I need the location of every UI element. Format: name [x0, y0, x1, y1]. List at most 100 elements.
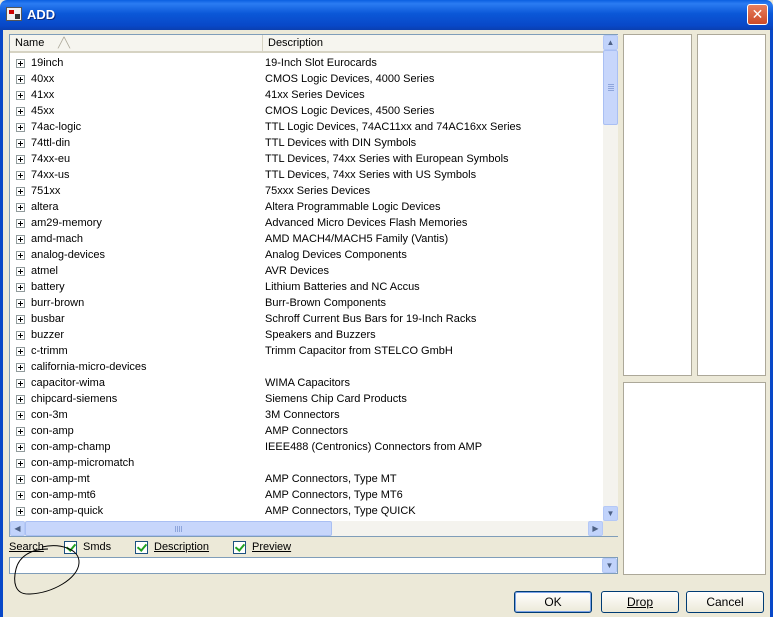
description-checkbox-label[interactable]: Description — [154, 541, 209, 553]
search-dropdown-button[interactable]: ▼ — [602, 558, 617, 573]
expand-plus-icon[interactable] — [16, 459, 25, 468]
expand-plus-icon[interactable] — [16, 187, 25, 196]
expand-plus-icon[interactable] — [16, 123, 25, 132]
list-item[interactable]: con-3m 3M Connectors — [10, 407, 603, 423]
window-frame-left — [0, 30, 3, 617]
list-item[interactable]: con-amp-mt AMP Connectors, Type MT — [10, 471, 603, 487]
scroll-down-button[interactable]: ▼ — [603, 506, 618, 521]
drop-button[interactable]: Drop — [601, 591, 679, 613]
horizontal-scroll-thumb[interactable] — [25, 521, 332, 536]
expand-plus-icon[interactable] — [16, 427, 25, 436]
list-item[interactable]: atmel AVR Devices — [10, 263, 603, 279]
list-item[interactable]: c-trimm Trimm Capacitor from STELCO GmbH — [10, 343, 603, 359]
list-item[interactable]: 74xx-us TTL Devices, 74xx Series with US … — [10, 167, 603, 183]
expand-plus-icon[interactable] — [16, 155, 25, 164]
list-item-name: capacitor-wima — [31, 377, 105, 389]
vertical-scrollbar[interactable]: ▲ ▼ — [603, 35, 618, 521]
expand-plus-icon[interactable] — [16, 491, 25, 500]
expand-plus-icon[interactable] — [16, 59, 25, 68]
expand-plus-icon[interactable] — [16, 347, 25, 356]
expand-plus-icon[interactable] — [16, 315, 25, 324]
close-button[interactable]: ✕ — [747, 4, 768, 25]
list-item-description: Analog Devices Components — [265, 249, 407, 261]
expand-plus-icon[interactable] — [16, 235, 25, 244]
list-item-description: AMP Connectors, Type QUICK — [265, 505, 416, 517]
list-item-name: busbar — [31, 313, 65, 325]
list-item[interactable]: con-amp-quick AMP Connectors, Type QUICK — [10, 503, 603, 519]
list-rows: 19inch 19-Inch Slot Eurocards 40xx CMOS Log… — [10, 55, 603, 521]
list-item[interactable]: con-amp-mt6 AMP Connectors, Type MT6 — [10, 487, 603, 503]
list-item[interactable]: con-amp-champ IEEE488 (Centronics) Connec… — [10, 439, 603, 455]
list-item-description: AMD MACH4/MACH5 Family (Vantis) — [265, 233, 449, 245]
list-item[interactable]: 74ac-logic TTL Logic Devices, 74AC11xx an… — [10, 119, 603, 135]
expand-plus-icon[interactable] — [16, 363, 25, 372]
search-combobox[interactable]: ▼ — [9, 557, 618, 574]
column-header-description-label: Description — [268, 37, 324, 49]
list-item-name: con-amp-champ — [31, 441, 111, 453]
list-item-description: TTL Devices with DIN Symbols — [265, 137, 417, 149]
expand-plus-icon[interactable] — [16, 171, 25, 180]
expand-plus-icon[interactable] — [16, 251, 25, 260]
expand-plus-icon[interactable] — [16, 331, 25, 340]
library-list[interactable]: Name ╱╲ Description 19inch 19-Inch Slot E… — [9, 34, 618, 537]
list-item[interactable]: chipcard-siemens Siemens Chip Card Produc… — [10, 391, 603, 407]
expand-plus-icon[interactable] — [16, 107, 25, 116]
preview-checkbox[interactable] — [233, 541, 246, 554]
vertical-scroll-thumb[interactable] — [603, 50, 618, 125]
column-header-description[interactable]: Description — [263, 35, 603, 51]
list-item[interactable]: california-micro-devices — [10, 359, 603, 375]
expand-plus-icon[interactable] — [16, 475, 25, 484]
expand-plus-icon[interactable] — [16, 411, 25, 420]
list-item[interactable]: 74ttl-din TTL Devices with DIN Symbols — [10, 135, 603, 151]
list-item[interactable]: 751xx 75xxx Series Devices — [10, 183, 603, 199]
list-item-name: con-amp-mt — [31, 473, 90, 485]
list-item[interactable]: altera Altera Programmable Logic Devices — [10, 199, 603, 215]
list-item-name: con-amp-quick — [31, 505, 104, 517]
expand-plus-icon[interactable] — [16, 139, 25, 148]
expand-plus-icon[interactable] — [16, 219, 25, 228]
list-item[interactable]: 41xx 41xx Series Devices — [10, 87, 603, 103]
expand-plus-icon[interactable] — [16, 267, 25, 276]
expand-plus-icon[interactable] — [16, 395, 25, 404]
expand-plus-icon[interactable] — [16, 91, 25, 100]
list-item[interactable]: 40xx CMOS Logic Devices, 4000 Series — [10, 71, 603, 87]
list-item[interactable]: burr-brown Burr-Brown Components — [10, 295, 603, 311]
scroll-up-button[interactable]: ▲ — [603, 35, 618, 50]
scroll-left-button[interactable]: ◀ — [10, 521, 25, 536]
horizontal-scrollbar[interactable]: ◀ ▶ — [10, 521, 603, 536]
list-item-name: 19inch — [31, 57, 64, 69]
list-item[interactable]: am29-memory Advanced Micro Devices Flash … — [10, 215, 603, 231]
list-item[interactable]: battery Lithium Batteries and NC Accus — [10, 279, 603, 295]
list-item[interactable]: con-amp AMP Connectors — [10, 423, 603, 439]
list-item-name: con-amp — [31, 425, 74, 437]
preview-checkbox-label[interactable]: Preview — [252, 541, 291, 553]
list-item[interactable]: 74xx-eu TTL Devices, 74xx Series with Eur… — [10, 151, 603, 167]
list-item-description: 75xxx Series Devices — [265, 185, 371, 197]
list-item[interactable]: busbar Schroff Current Bus Bars for 19-In… — [10, 311, 603, 327]
list-item[interactable]: buzzer Speakers and Buzzers — [10, 327, 603, 343]
smds-checkbox-label[interactable]: Smds — [83, 541, 111, 553]
list-item[interactable]: 19inch 19-Inch Slot Eurocards — [10, 55, 603, 71]
list-item[interactable]: 45xx CMOS Logic Devices, 4500 Series — [10, 103, 603, 119]
cancel-button[interactable]: Cancel — [686, 591, 764, 613]
list-item[interactable]: amd-mach AMD MACH4/MACH5 Family (Vantis) — [10, 231, 603, 247]
expand-plus-icon[interactable] — [16, 443, 25, 452]
list-item[interactable]: analog-devices Analog Devices Components — [10, 247, 603, 263]
expand-plus-icon[interactable] — [16, 507, 25, 516]
list-item-name: con-3m — [31, 409, 68, 421]
expand-plus-icon[interactable] — [16, 75, 25, 84]
description-checkbox[interactable] — [135, 541, 148, 554]
expand-plus-icon[interactable] — [16, 203, 25, 212]
list-item-name: con-amp-mt6 — [31, 489, 96, 501]
ok-button[interactable]: OK — [514, 591, 592, 613]
column-header-name[interactable]: Name ╱╲ — [10, 35, 263, 51]
expand-plus-icon[interactable] — [16, 299, 25, 308]
list-item-description: Siemens Chip Card Products — [265, 393, 407, 405]
column-header-name-label: Name — [15, 37, 45, 49]
scroll-right-button[interactable]: ▶ — [588, 521, 603, 536]
title-bar[interactable]: ADD ✕ — [0, 0, 773, 30]
list-item[interactable]: capacitor-wima WIMA Capacitors — [10, 375, 603, 391]
list-item[interactable]: con-amp-micromatch — [10, 455, 603, 471]
expand-plus-icon[interactable] — [16, 283, 25, 292]
expand-plus-icon[interactable] — [16, 379, 25, 388]
